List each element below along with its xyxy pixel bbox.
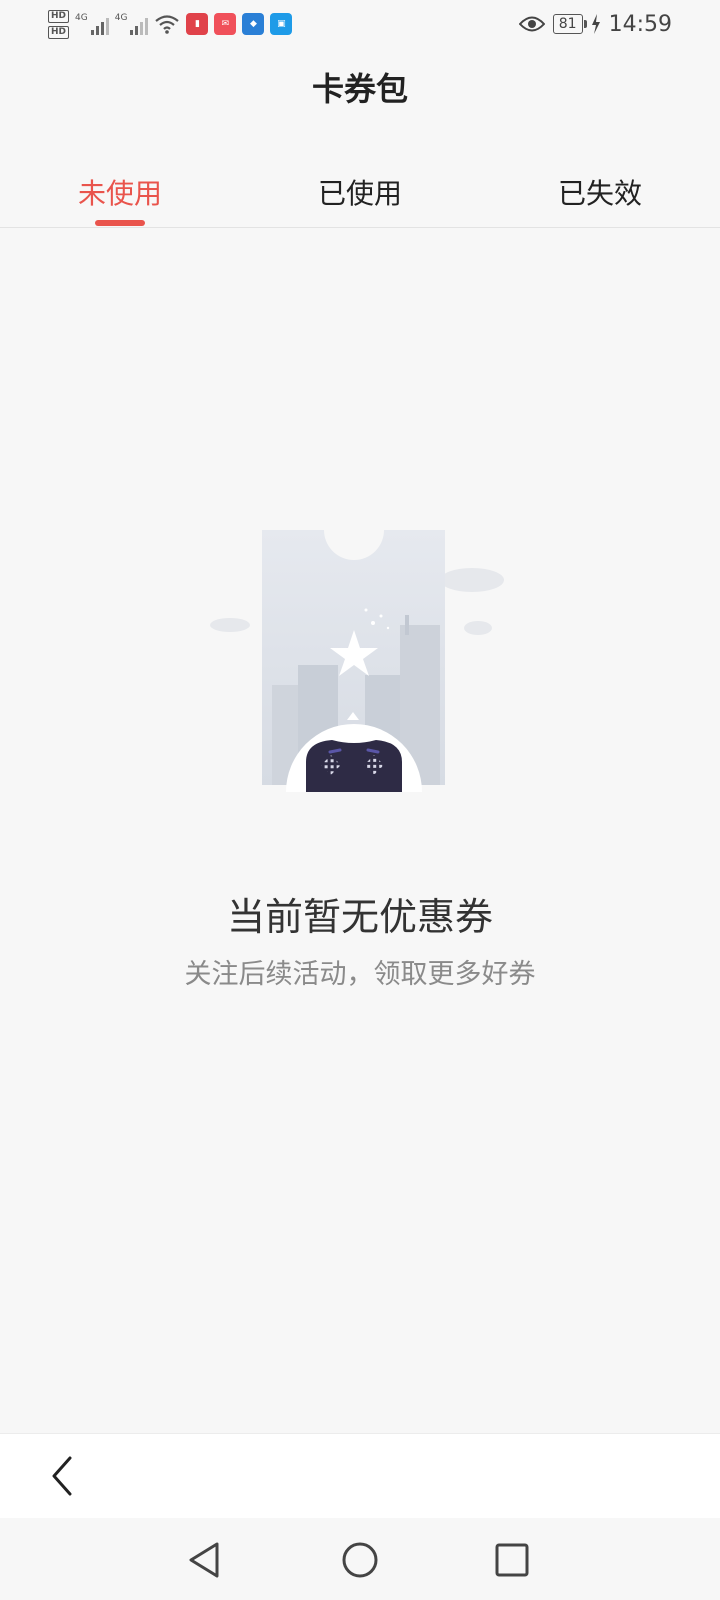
battery-indicator: 81 — [552, 14, 587, 34]
hd-badge-2: HD — [48, 25, 70, 39]
chevron-left-icon — [52, 1456, 72, 1496]
status-bar-left: HD HD 4G 4G ▮ ✉ ◆ ▣ — [48, 6, 293, 42]
tab-active-indicator — [95, 220, 145, 226]
tab-unused[interactable]: 未使用 — [0, 172, 240, 212]
app-notification-icon-2: ✉ — [214, 13, 237, 35]
eye-icon — [518, 16, 545, 32]
network-type-1: 4G — [75, 13, 88, 23]
circle-home-icon — [342, 1542, 378, 1578]
status-bar-right: 81 14:59 — [518, 6, 672, 42]
tab-expired[interactable]: 已失效 — [480, 172, 720, 212]
charging-icon — [591, 14, 600, 34]
tab-used[interactable]: 已使用 — [240, 172, 480, 212]
page-title: 卡券包 — [311, 70, 408, 108]
square-recent-icon — [495, 1543, 529, 1577]
signal-icon-sim1: 4G — [75, 13, 109, 35]
status-bar: HD HD 4G 4G ▮ ✉ ◆ ▣ 81 14:59 — [0, 0, 720, 48]
empty-state-subtitle: 关注后续活动，领取更多好券 — [184, 959, 536, 990]
nav-home-button[interactable] — [338, 1538, 382, 1582]
wifi-icon — [155, 15, 180, 34]
hd-badge-1: HD — [48, 9, 70, 23]
app-notification-icon-1: ▮ — [186, 13, 209, 35]
system-navigation-bar — [0, 1518, 720, 1600]
nav-back-button[interactable] — [183, 1538, 227, 1582]
bottom-toolbar — [0, 1433, 720, 1518]
signal-icon-sim2: 4G — [115, 13, 149, 35]
app-notification-icon-4: ▣ — [270, 13, 293, 35]
clock: 14:59 — [608, 11, 672, 37]
coupon-tabs: 未使用 已使用 已失效 — [0, 150, 720, 228]
app-notification-icon-3: ◆ — [242, 13, 265, 35]
triangle-back-icon — [189, 1542, 219, 1578]
empty-coupon-illustration — [210, 530, 504, 792]
back-button[interactable] — [40, 1454, 84, 1498]
hd-indicators: HD HD — [48, 9, 70, 39]
nav-recent-button[interactable] — [490, 1538, 534, 1582]
network-type-2: 4G — [114, 13, 128, 23]
empty-state-title: 当前暂无优惠券 — [226, 895, 493, 939]
